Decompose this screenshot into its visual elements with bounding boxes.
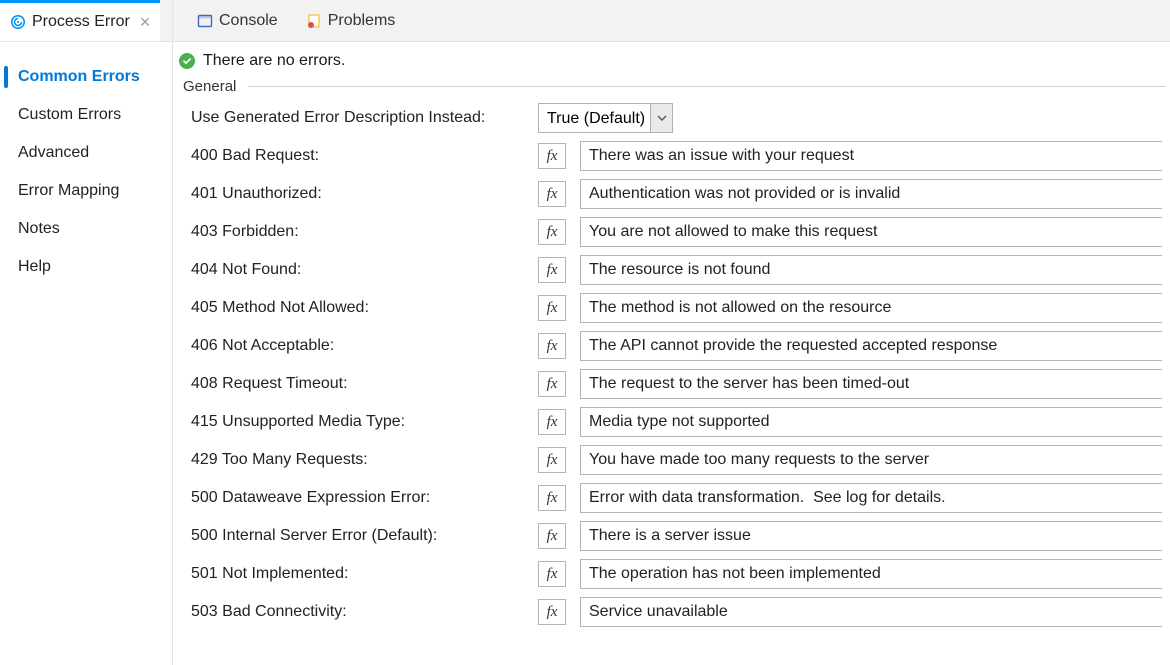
row-503-bad-connectivity: 503 Bad Connectivity: fx xyxy=(179,593,1166,631)
fx-button[interactable]: fx xyxy=(538,181,566,207)
row-value-input[interactable] xyxy=(580,179,1162,209)
row-label: 403 Forbidden: xyxy=(191,223,526,241)
fx-button[interactable]: fx xyxy=(538,257,566,283)
main-panel: Console Problems There are no errors. Ge… xyxy=(173,0,1170,665)
fx-button[interactable]: fx xyxy=(538,371,566,397)
row-400-bad-request: 400 Bad Request: fx xyxy=(179,137,1166,175)
row-label: 500 Internal Server Error (Default): xyxy=(191,527,526,545)
fx-button[interactable]: fx xyxy=(538,219,566,245)
row-label: 429 Too Many Requests: xyxy=(191,451,526,469)
process-error-icon xyxy=(10,14,26,30)
fx-button[interactable]: fx xyxy=(538,447,566,473)
row-500-internal-server-error: 500 Internal Server Error (Default): fx xyxy=(179,517,1166,555)
sidebar-item-label: Custom Errors xyxy=(18,106,121,123)
sidebar-item-label: Error Mapping xyxy=(18,182,119,199)
use-generated-label: Use Generated Error Description Instead: xyxy=(191,109,526,127)
sidebar-item-advanced[interactable]: Advanced xyxy=(0,134,172,172)
row-value-input[interactable] xyxy=(580,293,1162,323)
row-value-input[interactable] xyxy=(580,521,1162,551)
group-divider xyxy=(248,86,1166,87)
sidebar-item-label: Advanced xyxy=(18,144,89,161)
row-label: 415 Unsupported Media Type: xyxy=(191,413,526,431)
view-tab-strip: Console Problems xyxy=(173,0,1170,42)
row-429-too-many-requests: 429 Too Many Requests: fx xyxy=(179,441,1166,479)
validation-status-text: There are no errors. xyxy=(203,52,345,70)
tab-console-label: Console xyxy=(219,12,278,30)
left-panel: Process Error × Common Errors Custom Err… xyxy=(0,0,173,665)
sidebar-item-help[interactable]: Help xyxy=(0,248,172,286)
row-value-input[interactable] xyxy=(580,141,1162,171)
row-408-request-timeout: 408 Request Timeout: fx xyxy=(179,365,1166,403)
row-406-not-acceptable: 406 Not Acceptable: fx xyxy=(179,327,1166,365)
side-nav: Common Errors Custom Errors Advanced Err… xyxy=(0,42,172,286)
sidebar-item-label: Notes xyxy=(18,220,60,237)
row-label: 501 Not Implemented: xyxy=(191,565,526,583)
validation-status: There are no errors. xyxy=(173,50,1170,78)
row-415-unsupported-media-type: 415 Unsupported Media Type: fx xyxy=(179,403,1166,441)
row-401-unauthorized: 401 Unauthorized: fx xyxy=(179,175,1166,213)
fx-button[interactable]: fx xyxy=(538,485,566,511)
row-label: 406 Not Acceptable: xyxy=(191,337,526,355)
general-group: General Use Generated Error Description … xyxy=(179,78,1166,631)
group-title: General xyxy=(179,78,240,95)
fx-button[interactable]: fx xyxy=(538,295,566,321)
fx-button[interactable]: fx xyxy=(538,599,566,625)
row-501-not-implemented: 501 Not Implemented: fx xyxy=(179,555,1166,593)
editor-tab-strip: Process Error × xyxy=(0,0,172,42)
row-label: 503 Bad Connectivity: xyxy=(191,603,526,621)
row-label: 408 Request Timeout: xyxy=(191,375,526,393)
sidebar-item-notes[interactable]: Notes xyxy=(0,210,172,248)
tab-process-error[interactable]: Process Error × xyxy=(0,0,160,41)
fx-button[interactable]: fx xyxy=(538,333,566,359)
sidebar-item-custom-errors[interactable]: Custom Errors xyxy=(0,96,172,134)
row-use-generated: Use Generated Error Description Instead:… xyxy=(179,99,1166,137)
sidebar-item-label: Help xyxy=(18,258,51,275)
sidebar-item-error-mapping[interactable]: Error Mapping xyxy=(0,172,172,210)
row-label: 400 Bad Request: xyxy=(191,147,526,165)
close-icon[interactable]: × xyxy=(136,13,151,31)
use-generated-select[interactable]: True (Default) xyxy=(538,103,673,133)
tab-process-error-label: Process Error xyxy=(32,13,130,31)
row-404-not-found: 404 Not Found: fx xyxy=(179,251,1166,289)
problems-icon xyxy=(306,13,322,29)
fx-button[interactable]: fx xyxy=(538,143,566,169)
row-label: 404 Not Found: xyxy=(191,261,526,279)
row-label: 405 Method Not Allowed: xyxy=(191,299,526,317)
ok-icon xyxy=(179,53,195,69)
row-500-dataweave-error: 500 Dataweave Expression Error: fx xyxy=(179,479,1166,517)
tab-console[interactable]: Console xyxy=(183,0,292,41)
row-value-input[interactable] xyxy=(580,407,1162,437)
console-icon xyxy=(197,13,213,29)
sidebar-item-label: Common Errors xyxy=(18,68,140,85)
sidebar-item-common-errors[interactable]: Common Errors xyxy=(0,58,172,96)
content-area: There are no errors. General Use Generat… xyxy=(173,42,1170,665)
tab-problems[interactable]: Problems xyxy=(292,0,410,41)
row-value-input[interactable] xyxy=(580,217,1162,247)
fx-button[interactable]: fx xyxy=(538,561,566,587)
row-value-input[interactable] xyxy=(580,445,1162,475)
fx-button[interactable]: fx xyxy=(538,409,566,435)
row-405-method-not-allowed: 405 Method Not Allowed: fx xyxy=(179,289,1166,327)
row-value-input[interactable] xyxy=(580,255,1162,285)
row-403-forbidden: 403 Forbidden: fx xyxy=(179,213,1166,251)
row-label: 401 Unauthorized: xyxy=(191,185,526,203)
row-label: 500 Dataweave Expression Error: xyxy=(191,489,526,507)
row-value-input[interactable] xyxy=(580,369,1162,399)
tab-problems-label: Problems xyxy=(328,12,396,30)
row-value-input[interactable] xyxy=(580,331,1162,361)
row-value-input[interactable] xyxy=(580,483,1162,513)
row-value-input[interactable] xyxy=(580,597,1162,627)
row-value-input[interactable] xyxy=(580,559,1162,589)
fx-button[interactable]: fx xyxy=(538,523,566,549)
